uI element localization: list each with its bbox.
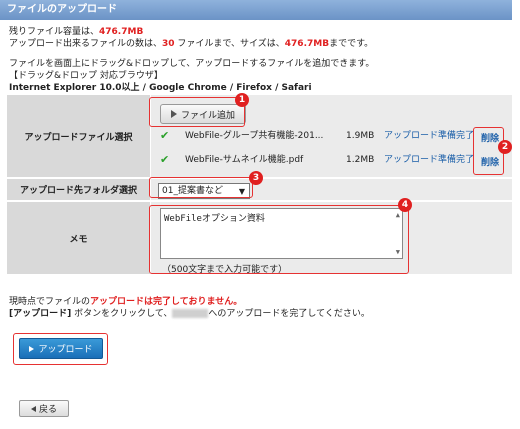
size-value: 476.7MB	[284, 39, 330, 49]
notice-line-2: [アップロード] ボタンをクリックして、 へのアップロードを完了してください。	[9, 308, 370, 320]
callout-badge-4: 4	[398, 198, 412, 212]
file-name: WebFile-サムネイル機能.pdf	[185, 155, 304, 165]
memo-label: メモ	[7, 202, 150, 274]
capacity-label: 残りファイル容量は、	[9, 27, 100, 37]
file-item: ✔ WebFile-グループ共有機能-201... 1.9MB アップロード準備…	[160, 129, 510, 143]
file-size: 1.9MB	[346, 131, 375, 141]
browsers-list: Internet Explorer 10.0以上 / Google Chrome…	[9, 83, 312, 93]
size-suffix: までです。	[329, 39, 374, 49]
back-triangle-icon	[30, 405, 36, 412]
page-header: ファイルのアップロード	[0, 0, 512, 20]
file-select-row: アップロードファイル選択 ファイル追加 ✔ WebFile-グループ共有機能-2…	[7, 95, 512, 178]
notice-button-ref: [アップロード]	[9, 309, 72, 319]
folder-label: アップロード先フォルダ選択	[7, 179, 150, 200]
callout-box-1	[149, 97, 245, 127]
browsers-heading: 【ドラッグ&ドロップ 対応ブラウザ】	[9, 71, 163, 81]
notice-text: へのアップロードを完了してください。	[208, 309, 370, 319]
capacity-value: 476.7MB	[99, 27, 144, 37]
file-name: WebFile-グループ共有機能-201...	[185, 131, 324, 141]
file-status: アップロード準備完了	[384, 131, 475, 141]
count-label: アップロード出来るファイルの数は、	[9, 39, 163, 49]
back-button[interactable]: 戻る	[19, 400, 69, 417]
capacity-line: 残りファイル容量は、476.7MB	[9, 26, 143, 38]
upload-label: アップロード	[38, 345, 93, 355]
callout-badge-3: 3	[249, 171, 263, 185]
notice-text: ボタンをクリックして、	[71, 309, 173, 319]
file-item: ✔ WebFile-サムネイル機能.pdf 1.2MB アップロード準備完了	[160, 153, 510, 167]
check-icon: ✔	[160, 129, 170, 142]
callout-box-3	[149, 177, 253, 198]
dragdrop-text: ファイルを画面上にドラッグ&ドロップして、アップロードするファイルを追加できます…	[9, 59, 375, 69]
redacted-service-name	[172, 309, 209, 318]
file-status: アップロード準備完了	[384, 155, 475, 165]
size-label: ファイルまで、サイズは、	[174, 39, 285, 49]
notice-line-1: 現時点でファイルのアップロードは完了しておりません。	[9, 296, 242, 308]
check-icon: ✔	[160, 153, 170, 166]
file-size: 1.2MB	[346, 155, 375, 165]
page-title: ファイルのアップロード	[7, 4, 117, 15]
back-label: 戻る	[38, 405, 57, 415]
count-value: 30	[162, 39, 175, 49]
notice-warning: アップロードは完了しておりません。	[90, 297, 243, 307]
callout-badge-2: 2	[498, 140, 512, 154]
callout-badge-1: 1	[235, 93, 249, 107]
play-triangle-icon	[29, 345, 35, 352]
callout-box-4	[149, 205, 409, 274]
upload-button[interactable]: アップロード	[19, 338, 103, 359]
file-select-label: アップロードファイル選択	[7, 95, 150, 177]
limit-line: アップロード出来るファイルの数は、30 ファイルまで、サイズは、476.7MBま…	[9, 38, 373, 50]
notice-text: 現時点でファイルの	[9, 297, 91, 307]
